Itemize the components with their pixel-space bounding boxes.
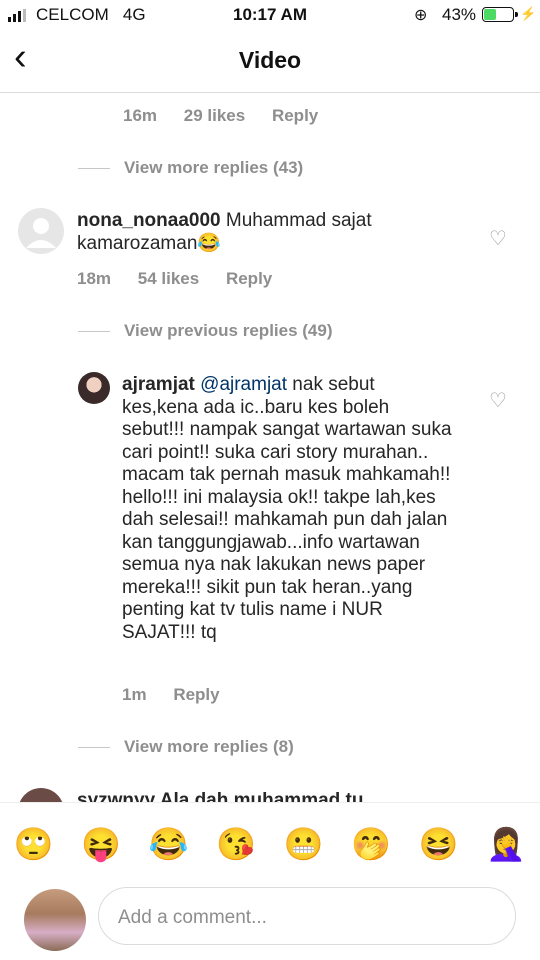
comment-text: nona_nonaa000 Muhammad sajat kamarozaman… (77, 210, 372, 254)
laugh-tears-emoji[interactable]: 😂 (149, 825, 189, 863)
comment-username[interactable]: ajramjat (122, 374, 195, 395)
avatar[interactable] (18, 208, 64, 254)
reply-meta: 16m 29 likes Reply (123, 106, 340, 126)
reply-button[interactable]: Reply (173, 685, 219, 704)
mention-link[interactable]: @ajramjat (195, 374, 287, 395)
comment-input-placeholder: Add a comment... (118, 907, 267, 928)
avatar[interactable] (78, 372, 110, 404)
reply-time: 16m (123, 106, 158, 125)
comment-time: 18m (77, 269, 112, 288)
heart-icon[interactable]: ♡ (489, 388, 507, 413)
partial-comment: syzwnyy Ala dah muhammad tu (0, 782, 540, 802)
charging-icon: ⚡ (520, 6, 537, 21)
view-previous-replies[interactable]: View previous replies (49) (78, 321, 333, 341)
grin-squint-emoji[interactable]: 😆 (419, 825, 459, 863)
reply-button[interactable]: Reply (226, 269, 272, 288)
page-title: Video (238, 47, 302, 73)
heart-icon[interactable]: ♡ (489, 226, 507, 251)
battery-icon (482, 7, 518, 22)
comment-time: 1m (122, 685, 147, 704)
tongue-emoji[interactable]: 😝 (81, 825, 121, 863)
reply-likes[interactable]: 29 likes (184, 106, 245, 125)
battery-percentage: 43% (442, 5, 477, 24)
my-avatar (24, 889, 86, 951)
avatar[interactable] (18, 788, 64, 802)
comment-likes[interactable]: 54 likes (138, 269, 199, 288)
hand-over-mouth-emoji[interactable]: 🤭 (351, 825, 391, 863)
comment-text: syzwnyy Ala dah muhammad tu (77, 790, 364, 802)
comment-text: ajramjat @ajramjat nak sebut kes,kena ad… (122, 374, 452, 643)
view-more-replies[interactable]: View more replies (43) (78, 158, 303, 178)
status-bar: CELCOM 4G 10:17 AM ⊕ 43% ⚡ (0, 0, 540, 30)
emoji-quick-bar: 🙄 😝 😂 😘 😬 🤭 😆 🤦‍♀️ (0, 802, 540, 885)
comment-username[interactable]: nona_nonaa000 (77, 210, 221, 231)
grimace-emoji[interactable]: 😬 (284, 825, 324, 863)
eye-roll-emoji[interactable]: 🙄 (14, 825, 54, 863)
comment-meta: 18m 54 likes Reply (77, 269, 294, 289)
kiss-emoji[interactable]: 😘 (216, 825, 256, 863)
navigation-bar: ‹ Video (0, 30, 540, 93)
view-more-replies[interactable]: View more replies (8) (78, 737, 294, 757)
reply-button[interactable]: Reply (272, 106, 318, 125)
comment-meta: 1m Reply (122, 685, 242, 705)
facepalm-emoji[interactable]: 🤦‍♀️ (486, 825, 526, 863)
rotation-lock-icon: ⊕ (414, 7, 428, 24)
